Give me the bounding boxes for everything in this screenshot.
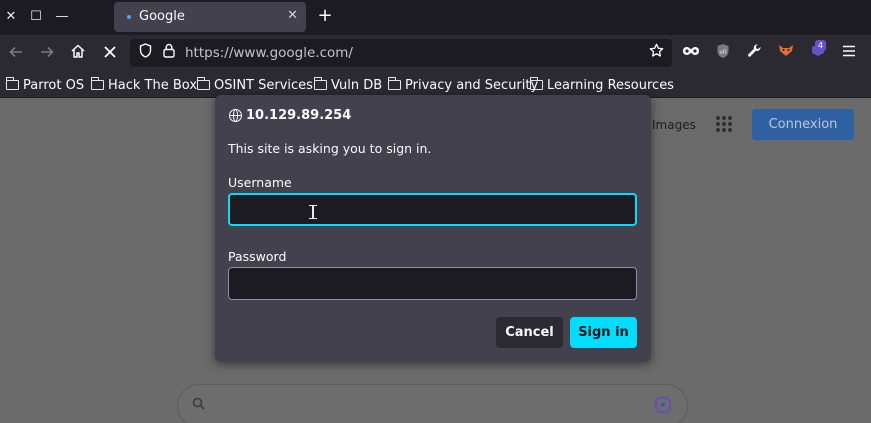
password-field[interactable] bbox=[228, 267, 637, 300]
host-text: 10.129.89.254 bbox=[246, 108, 352, 123]
bookmark-star-icon[interactable] bbox=[649, 43, 664, 62]
dialog-message: This site is asking you to sign in. bbox=[228, 141, 432, 156]
stop-icon bbox=[104, 46, 116, 58]
lock-icon[interactable] bbox=[160, 43, 178, 63]
bookmark-privacy-and-security[interactable]: Privacy and Security bbox=[387, 76, 538, 94]
bookmark-learning-resources[interactable]: Learning Resources bbox=[529, 76, 674, 94]
tab-title: Google bbox=[139, 9, 185, 24]
google-search-box[interactable] bbox=[177, 384, 688, 423]
auth-dialog: 10.129.89.254 This site is asking you to… bbox=[215, 95, 651, 362]
shield-icon[interactable] bbox=[136, 43, 154, 63]
forward-button[interactable] bbox=[36, 43, 58, 65]
extension-badge: 4 bbox=[815, 40, 826, 51]
home-button[interactable] bbox=[67, 43, 89, 65]
bookmark-hack-the-box[interactable]: Hack The Box bbox=[90, 76, 197, 94]
menu-button[interactable] bbox=[838, 43, 860, 63]
maximize-window-button[interactable]: ☐ bbox=[26, 8, 46, 26]
new-tab-button[interactable]: + bbox=[315, 6, 335, 26]
url-text[interactable]: https://www.google.com/ bbox=[185, 45, 353, 61]
lens-icon[interactable] bbox=[655, 397, 671, 413]
bookmark-parrot-os[interactable]: Parrot OS bbox=[5, 76, 84, 94]
folder-icon bbox=[90, 77, 104, 90]
cancel-button[interactable]: Cancel bbox=[496, 317, 563, 348]
google-signin-button[interactable]: Connexion bbox=[752, 109, 854, 140]
password-label: Password bbox=[228, 249, 287, 264]
home-icon bbox=[71, 44, 85, 58]
tab-google[interactable]: Google ✕ bbox=[114, 2, 306, 32]
address-bar[interactable]: https://www.google.com/ bbox=[130, 39, 672, 67]
username-field[interactable] bbox=[228, 193, 637, 226]
username-label: Username bbox=[228, 175, 292, 190]
back-button[interactable] bbox=[5, 43, 27, 65]
folder-icon bbox=[387, 77, 401, 90]
arrow-right-icon bbox=[41, 46, 54, 58]
text-cursor-icon bbox=[309, 205, 317, 219]
folder-icon bbox=[313, 77, 327, 90]
tab-bar: ✕ ☐ — Google ✕ + bbox=[0, 0, 871, 35]
bookmark-osint-services[interactable]: OSINT Services bbox=[196, 76, 313, 94]
bookmark-vuln-db[interactable]: Vuln DB bbox=[313, 76, 382, 94]
navigation-toolbar: https://www.google.com/ uO 4 bbox=[0, 35, 871, 71]
hamburger-icon bbox=[843, 45, 855, 57]
stop-button[interactable] bbox=[99, 43, 121, 65]
mask-icon[interactable] bbox=[680, 43, 702, 63]
apps-grid-icon[interactable] bbox=[716, 116, 732, 132]
foxyproxy-icon[interactable] bbox=[775, 43, 797, 63]
ublock-icon[interactable]: uO bbox=[712, 43, 734, 63]
folder-icon bbox=[529, 77, 543, 90]
search-icon bbox=[192, 397, 205, 414]
folder-icon bbox=[196, 77, 210, 90]
minimize-window-button[interactable]: — bbox=[52, 8, 72, 26]
folder-icon bbox=[5, 77, 19, 90]
loading-indicator-icon bbox=[127, 15, 131, 19]
tab-close-button[interactable]: ✕ bbox=[287, 8, 298, 23]
close-window-button[interactable]: ✕ bbox=[1, 8, 21, 26]
globe-icon bbox=[229, 108, 242, 122]
images-link[interactable]: Images bbox=[652, 118, 696, 132]
wrench-icon[interactable] bbox=[743, 43, 765, 63]
arrow-left-icon bbox=[9, 46, 22, 58]
svg-text:uO: uO bbox=[719, 50, 726, 56]
dialog-host: 10.129.89.254 bbox=[229, 108, 351, 123]
bookmarks-toolbar: Parrot OS Hack The Box OSINT Services Vu… bbox=[0, 71, 871, 98]
sign-in-button[interactable]: Sign in bbox=[570, 317, 637, 348]
